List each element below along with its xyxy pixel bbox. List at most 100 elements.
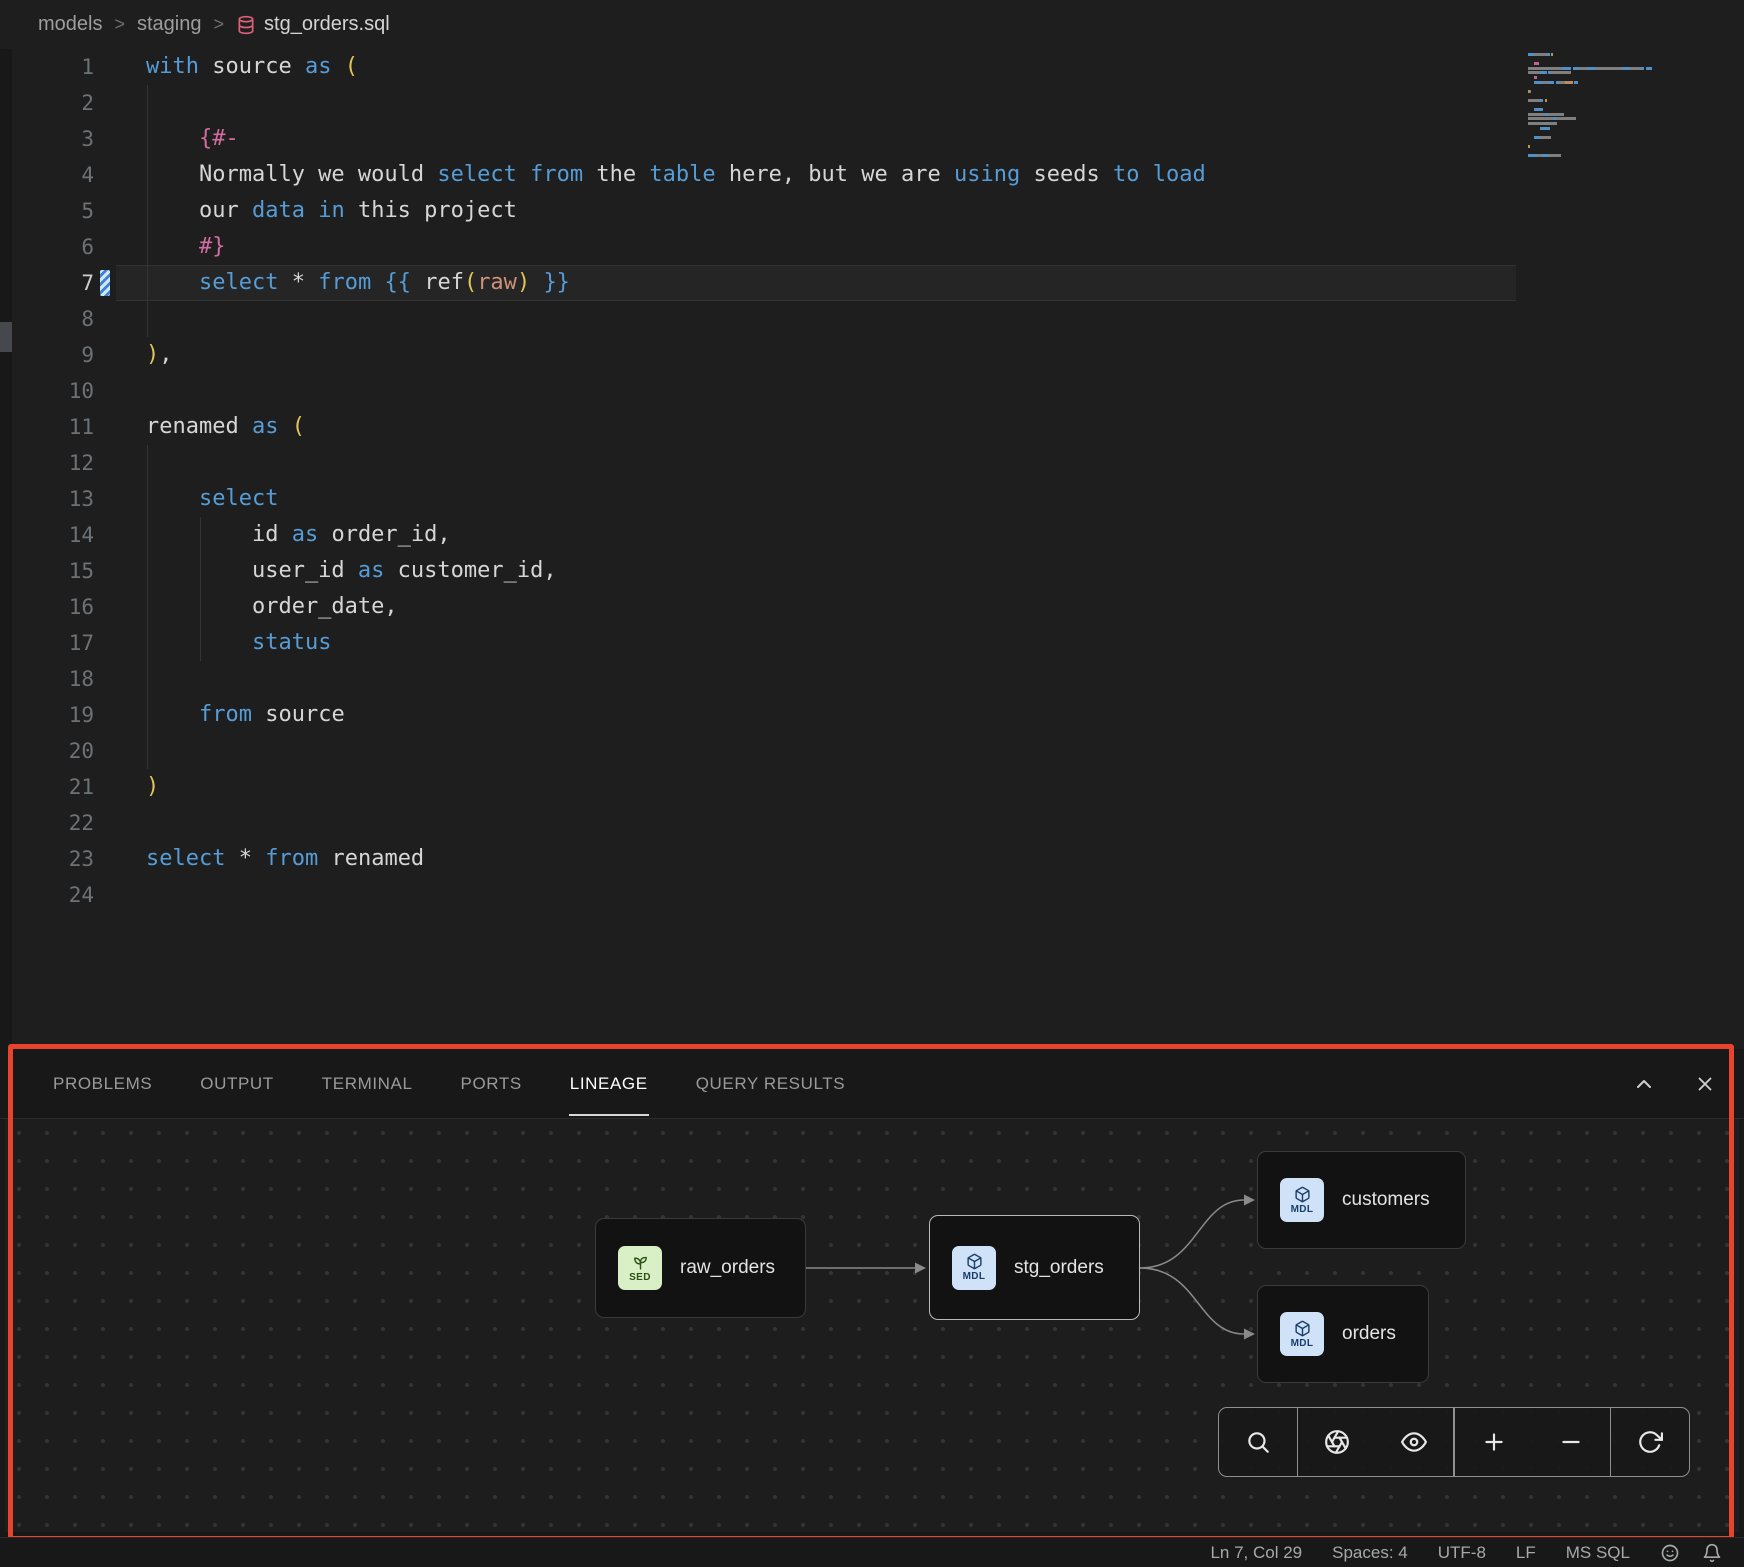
aperture-icon: [1324, 1429, 1350, 1455]
node-label: customers: [1342, 1189, 1430, 1211]
code-line[interactable]: {#-: [146, 121, 1206, 157]
code-line[interactable]: ): [146, 769, 1206, 805]
code-line[interactable]: user_id as customer_id,: [146, 553, 1206, 589]
line-number[interactable]: 23: [0, 841, 94, 877]
badge-label: MDL: [1291, 1338, 1314, 1349]
badge-label: MDL: [963, 1271, 986, 1282]
breadcrumb: models > staging > stg_orders.sql: [0, 0, 1744, 49]
panel-tab-problems[interactable]: PROBLEMS: [52, 1051, 153, 1116]
code-editor[interactable]: 123456789101112131415161718192021222324 …: [0, 49, 1744, 1049]
zoom-out-button[interactable]: [1532, 1408, 1610, 1476]
line-number[interactable]: 6: [0, 229, 94, 265]
code-line[interactable]: Normally we would select from the table …: [146, 157, 1206, 193]
status-item[interactable]: LF: [1516, 1543, 1536, 1563]
lineage-node-orders[interactable]: MDL orders: [1257, 1285, 1429, 1383]
minimap[interactable]: [1528, 53, 1708, 163]
line-number[interactable]: 20: [0, 733, 94, 769]
cube-icon: [1294, 1320, 1311, 1337]
code-line[interactable]: select * from renamed: [146, 841, 1206, 877]
code-line[interactable]: [146, 661, 1206, 697]
line-number[interactable]: 1: [0, 49, 94, 85]
code-line[interactable]: [146, 85, 1206, 121]
code-lines[interactable]: with source as ( {#- Normally we would s…: [146, 49, 1206, 913]
line-number[interactable]: 2: [0, 85, 94, 121]
lineage-node-customers[interactable]: MDL customers: [1257, 1151, 1466, 1249]
lineage-toolbar: [1218, 1407, 1690, 1477]
status-item[interactable]: Ln 7, Col 29: [1210, 1543, 1302, 1563]
status-item[interactable]: Spaces: 4: [1332, 1543, 1408, 1563]
aperture-button[interactable]: [1298, 1408, 1376, 1476]
line-number[interactable]: 22: [0, 805, 94, 841]
line-number[interactable]: 13: [0, 481, 94, 517]
code-line[interactable]: status: [146, 625, 1206, 661]
close-icon[interactable]: [1694, 1073, 1716, 1095]
refresh-button[interactable]: [1611, 1408, 1689, 1476]
seedling-icon: [632, 1254, 649, 1271]
database-icon: [236, 15, 256, 35]
code-line[interactable]: with source as (: [146, 49, 1206, 85]
visibility-button[interactable]: [1376, 1408, 1454, 1476]
line-number[interactable]: 3: [0, 121, 94, 157]
status-icons: [1660, 1543, 1722, 1563]
line-number[interactable]: 12: [0, 445, 94, 481]
code-line[interactable]: id as order_id,: [146, 517, 1206, 553]
line-number[interactable]: 14: [0, 517, 94, 553]
minus-icon: [1558, 1429, 1584, 1455]
code-line[interactable]: [146, 445, 1206, 481]
line-number[interactable]: 8: [0, 301, 94, 337]
line-number[interactable]: 18: [0, 661, 94, 697]
search-button[interactable]: [1219, 1408, 1297, 1476]
node-label: orders: [1342, 1323, 1396, 1345]
line-number[interactable]: 24: [0, 877, 94, 913]
code-line[interactable]: from source: [146, 697, 1206, 733]
line-number[interactable]: 21: [0, 769, 94, 805]
breadcrumb-item-models[interactable]: models: [38, 13, 102, 36]
line-number-gutter: 123456789101112131415161718192021222324: [0, 49, 94, 913]
line-number[interactable]: 7: [0, 265, 94, 301]
code-line[interactable]: [146, 301, 1206, 337]
code-line[interactable]: renamed as (: [146, 409, 1206, 445]
code-line[interactable]: [146, 373, 1206, 409]
breadcrumb-item-file[interactable]: stg_orders.sql: [236, 13, 390, 36]
lineage-node-raw_orders[interactable]: SEDraw_orders: [595, 1218, 806, 1318]
code-line[interactable]: our data in this project: [146, 193, 1206, 229]
line-number[interactable]: 9: [0, 337, 94, 373]
line-number[interactable]: 17: [0, 625, 94, 661]
zoom-in-button[interactable]: [1455, 1408, 1533, 1476]
code-line[interactable]: select * from {{ ref(raw) }}: [146, 265, 1206, 301]
breadcrumb-item-staging[interactable]: staging: [137, 13, 202, 36]
code-line[interactable]: [146, 877, 1206, 913]
panel-tab-terminal[interactable]: TERMINAL: [321, 1051, 414, 1116]
plus-icon: [1481, 1429, 1507, 1455]
panel-tab-lineage[interactable]: LINEAGE: [569, 1051, 649, 1116]
activity-bar-indicator: [0, 322, 12, 352]
copilot-icon[interactable]: [1660, 1543, 1680, 1563]
code-line[interactable]: [146, 805, 1206, 841]
line-number[interactable]: 16: [0, 589, 94, 625]
line-number[interactable]: 4: [0, 157, 94, 193]
panel-tab-ports[interactable]: PORTS: [460, 1051, 523, 1116]
lineage-node-stg_orders[interactable]: MDLstg_orders: [929, 1215, 1140, 1320]
panel-tab-query-results[interactable]: QUERY RESULTS: [695, 1051, 847, 1116]
badge-label: SED: [629, 1272, 651, 1283]
chevron-up-icon[interactable]: [1632, 1072, 1656, 1096]
code-line[interactable]: ),: [146, 337, 1206, 373]
line-number[interactable]: 15: [0, 553, 94, 589]
model-badge: MDL: [1280, 1312, 1324, 1356]
line-number[interactable]: 11: [0, 409, 94, 445]
model-badge: MDL: [1280, 1178, 1324, 1222]
line-number[interactable]: 10: [0, 373, 94, 409]
status-item[interactable]: UTF-8: [1438, 1543, 1486, 1563]
bell-icon[interactable]: [1702, 1543, 1722, 1563]
code-line[interactable]: [146, 733, 1206, 769]
status-item[interactable]: MS SQL: [1566, 1543, 1630, 1563]
code-line[interactable]: #}: [146, 229, 1206, 265]
line-number[interactable]: 5: [0, 193, 94, 229]
code-line[interactable]: order_date,: [146, 589, 1206, 625]
lineage-canvas[interactable]: SEDraw_ordersMDLstg_ordersMDLcustomersMD…: [5, 1119, 1739, 1532]
panel-tab-output[interactable]: OUTPUT: [199, 1051, 274, 1116]
panel-actions: [1632, 1049, 1716, 1119]
breadcrumb-separator: >: [114, 14, 125, 35]
code-line[interactable]: select: [146, 481, 1206, 517]
line-number[interactable]: 19: [0, 697, 94, 733]
